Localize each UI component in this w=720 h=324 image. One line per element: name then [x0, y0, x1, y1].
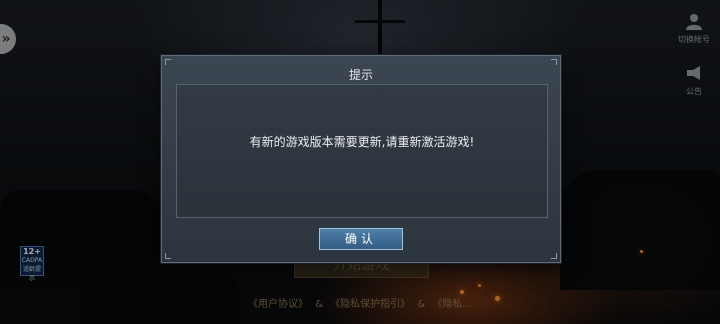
dialog-corner-ornament: [165, 59, 171, 65]
dialog-content-panel: 有新的游戏版本需要更新,请重新激活游戏!: [176, 84, 548, 218]
dialog-corner-ornament: [551, 253, 557, 259]
confirm-button[interactable]: 确认: [319, 228, 403, 250]
dialog-title: 提示: [348, 68, 373, 82]
dialog-corner-ornament: [165, 253, 171, 259]
notice-dialog: 提示 有新的游戏版本需要更新,请重新激活游戏! 确认: [161, 55, 561, 263]
dialog-corner-ornament: [551, 59, 557, 65]
dialog-message: 有新的游戏版本需要更新,请重新激活游戏!: [249, 135, 475, 149]
